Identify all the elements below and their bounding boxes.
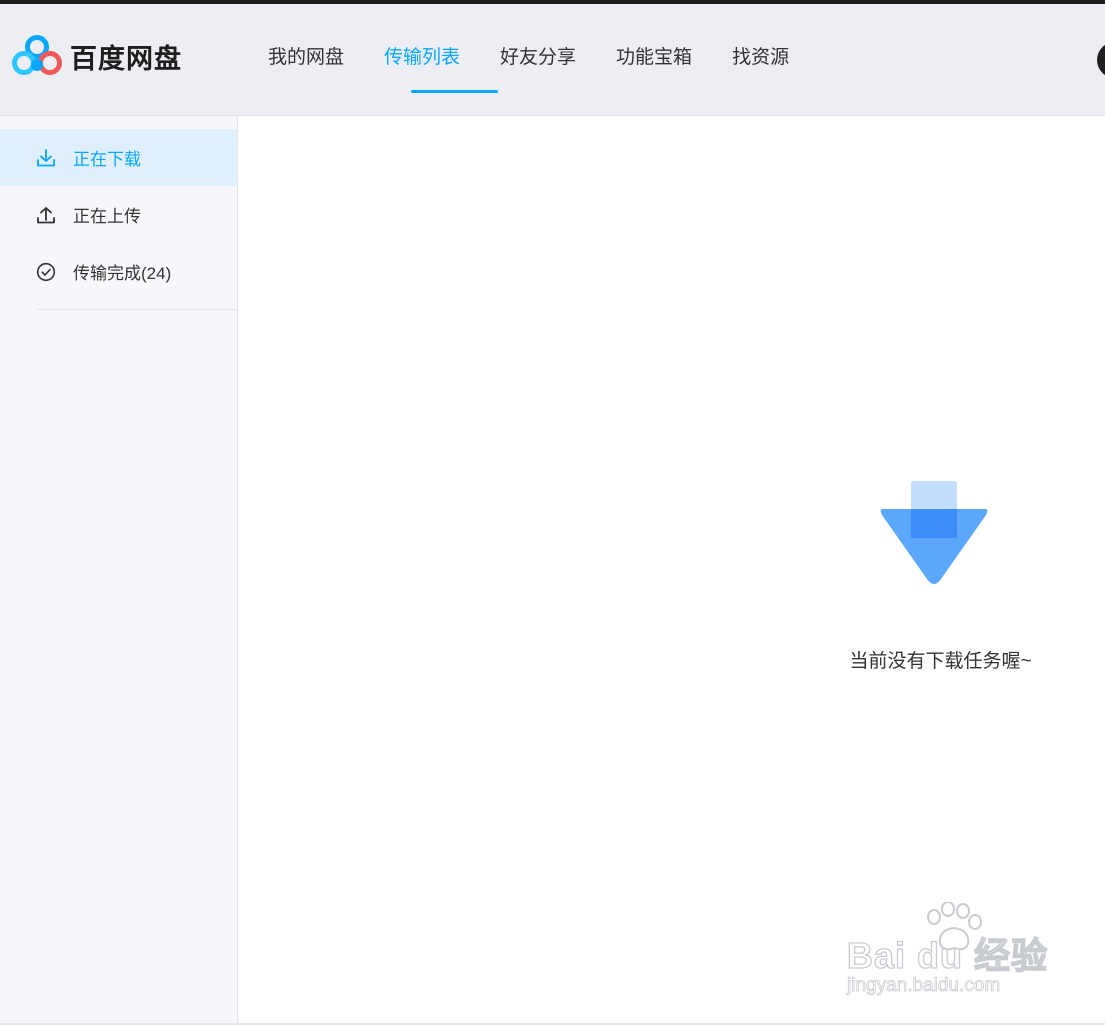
sidebar-item-label: 正在下载 [73, 150, 141, 169]
sidebar-item-label: 正在上传 [73, 207, 141, 226]
nav-tab-toolbox[interactable]: 功能宝箱 [596, 4, 712, 112]
watermark-brand: Bai du 经验 [846, 934, 1049, 976]
nav-tab-friend-share[interactable]: 好友分享 [480, 4, 596, 112]
main-content: 当前没有下载任务喔~ [238, 116, 1105, 1025]
app-window: 百度网盘 我的网盘 传输列表 好友分享 功能宝箱 找资源 正在下载 正在上传 传… [0, 0, 1105, 1025]
brand-logo[interactable]: 百度网盘 [12, 34, 182, 78]
top-nav: 我的网盘 传输列表 好友分享 功能宝箱 找资源 [248, 4, 809, 112]
sidebar-item-downloading[interactable]: 正在下载 [0, 129, 237, 186]
nav-tab-find-resources[interactable]: 找资源 [712, 4, 809, 112]
watermark: Bai du 经验 jingyan.baidu.com [840, 902, 1055, 1002]
brand-name: 百度网盘 [70, 43, 182, 74]
sidebar-divider [37, 309, 237, 310]
avatar[interactable] [1097, 42, 1105, 78]
nav-tab-my-disk[interactable]: 我的网盘 [248, 4, 364, 112]
baidu-netdisk-logo-icon [12, 35, 62, 75]
empty-state-message: 当前没有下载任务喔~ [849, 651, 1032, 672]
sidebar: 正在下载 正在上传 传输完成(24) [0, 116, 238, 1025]
download-arrow-illustration [880, 481, 988, 584]
sidebar-item-label: 传输完成(24) [73, 264, 172, 283]
download-icon [37, 148, 55, 166]
check-circle-icon [36, 262, 56, 281]
sidebar-item-completed[interactable]: 传输完成(24) [0, 243, 237, 300]
sidebar-item-uploading[interactable]: 正在上传 [0, 186, 237, 243]
nav-tab-transfer-list[interactable]: 传输列表 [364, 4, 480, 112]
watermark-url: jingyan.baidu.com [847, 975, 1001, 997]
header: 百度网盘 我的网盘 传输列表 好友分享 功能宝箱 找资源 [0, 4, 1105, 116]
active-tab-underline [411, 90, 498, 93]
upload-icon [37, 206, 55, 223]
